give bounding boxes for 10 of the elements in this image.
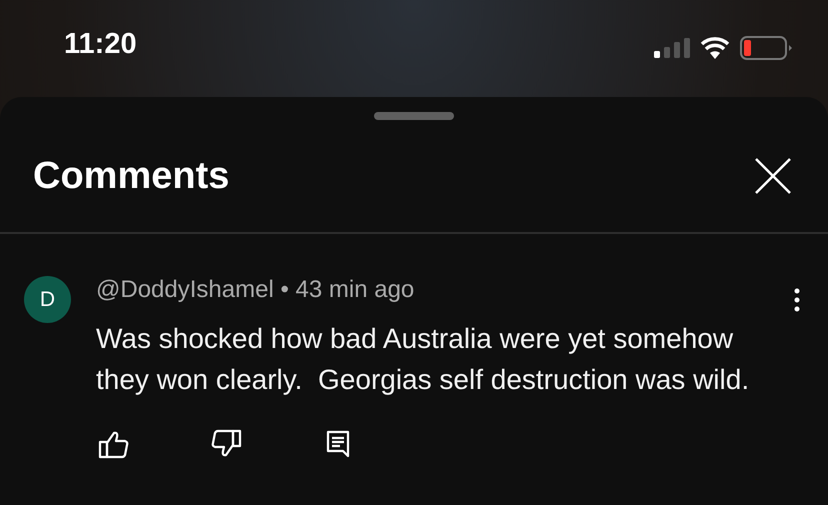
status-time: 11:20 (64, 28, 137, 61)
sheet-title: Comments (33, 154, 230, 198)
avatar[interactable]: D (24, 276, 71, 323)
signal-icon (654, 38, 690, 58)
drag-handle[interactable] (374, 112, 454, 120)
comment-text: Was shocked how bad Australia were yet somehow they won clearly. Georgias self destruction was wild. (96, 322, 750, 397)
wifi-icon (700, 37, 730, 59)
comment-meta: @DoddyIshamel • 43 min ago (96, 276, 414, 304)
close-button[interactable] (754, 157, 792, 195)
battery-icon (740, 36, 792, 60)
